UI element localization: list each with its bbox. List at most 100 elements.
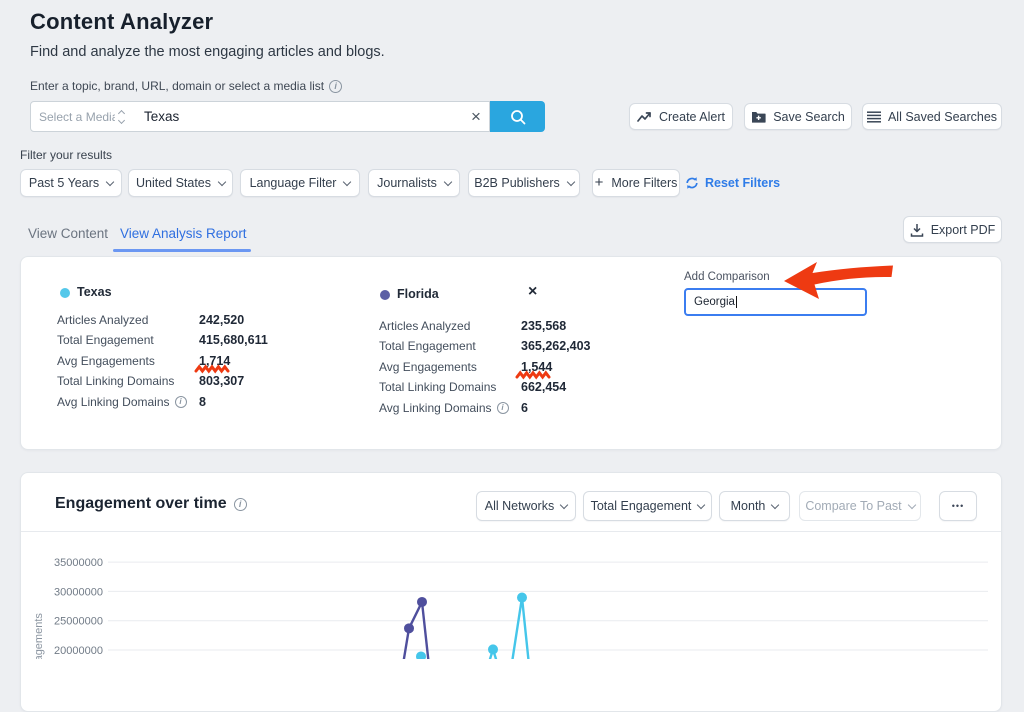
chevron-down-icon bbox=[106, 177, 114, 185]
create-alert-button[interactable]: Create Alert bbox=[629, 103, 733, 130]
add-comparison-label: Add Comparison bbox=[684, 271, 770, 283]
stat-value: 662,454 bbox=[521, 380, 566, 394]
export-pdf-button[interactable]: Export PDF bbox=[903, 216, 1002, 243]
florida-series-name: Florida bbox=[397, 287, 439, 301]
stat-row: Total Engagement415,680,611 bbox=[57, 334, 268, 347]
stat-value: 6 bbox=[521, 401, 528, 415]
engagement-title-text: Engagement over time bbox=[55, 495, 227, 513]
export-pdf-label: Export PDF bbox=[931, 223, 996, 237]
texas-stats: Articles Analyzed242,520Total Engagement… bbox=[57, 313, 268, 408]
more-options-button[interactable]: ••• bbox=[939, 491, 977, 521]
stat-value: 415,680,611 bbox=[199, 333, 268, 347]
networks-dropdown[interactable]: All Networks bbox=[476, 491, 576, 521]
trend-arrow-icon bbox=[637, 110, 652, 123]
metric-dropdown[interactable]: Total Engagement bbox=[583, 491, 712, 521]
info-icon[interactable]: i bbox=[175, 396, 187, 408]
stat-row: Avg Engagements1,544 bbox=[379, 360, 591, 373]
engagement-section-title: Engagement over time i bbox=[55, 495, 247, 513]
info-icon[interactable]: i bbox=[234, 498, 247, 511]
filter-chip-journalists[interactable]: Journalists bbox=[368, 169, 460, 197]
search-field-label-text: Enter a topic, brand, URL, domain or sel… bbox=[30, 79, 324, 93]
media-list-select[interactable]: Select a Media ... bbox=[30, 101, 133, 132]
stat-value: 365,262,403 bbox=[521, 339, 591, 353]
stat-value: 8 bbox=[199, 395, 206, 409]
chevron-down-icon bbox=[218, 177, 226, 185]
stat-row: Articles Analyzed235,568 bbox=[379, 319, 591, 332]
stat-row: Avg Linking Domainsi8 bbox=[57, 395, 268, 408]
stat-label: Total Engagement bbox=[57, 333, 199, 347]
active-tab-underline bbox=[113, 249, 251, 252]
media-list-placeholder: Select a Media ... bbox=[39, 110, 115, 124]
save-search-label: Save Search bbox=[773, 110, 845, 124]
divider bbox=[21, 531, 1001, 532]
search-button[interactable] bbox=[490, 101, 545, 132]
tab-view-content[interactable]: View Content bbox=[28, 218, 108, 248]
metric-dropdown-label: Total Engagement bbox=[591, 499, 692, 513]
filter-chip-language[interactable]: Language Filter bbox=[240, 169, 360, 197]
sort-icon bbox=[119, 111, 124, 123]
text-cursor bbox=[736, 296, 737, 308]
stat-value: 235,568 bbox=[521, 319, 566, 333]
all-saved-searches-label: All Saved Searches bbox=[888, 110, 997, 124]
tab-view-analysis-report[interactable]: View Analysis Report bbox=[120, 218, 247, 248]
reset-filters-link[interactable]: Reset Filters bbox=[685, 169, 780, 197]
texas-series-dot bbox=[60, 288, 70, 298]
info-icon[interactable]: i bbox=[497, 402, 509, 414]
chevron-down-icon bbox=[343, 177, 351, 185]
stat-row: Total Linking Domains803,307 bbox=[57, 375, 268, 388]
reset-filters-label: Reset Filters bbox=[705, 176, 780, 190]
folder-plus-icon bbox=[751, 110, 766, 123]
filters-label: Filter your results bbox=[20, 148, 112, 162]
plus-icon: + bbox=[595, 174, 604, 191]
chevron-down-icon bbox=[697, 500, 705, 508]
interval-dropdown-label: Month bbox=[731, 499, 766, 513]
compare-dropdown-label: Compare To Past bbox=[805, 499, 901, 513]
chevron-down-icon bbox=[907, 500, 915, 508]
stat-row: Articles Analyzed242,520 bbox=[57, 313, 268, 326]
stat-label: Avg Linking Domainsi bbox=[57, 395, 199, 409]
stat-label: Total Linking Domains bbox=[379, 380, 521, 394]
stat-row: Avg Linking Domainsi6 bbox=[379, 401, 591, 414]
filter-chip-country[interactable]: United States bbox=[128, 169, 233, 197]
clear-search-icon[interactable]: × bbox=[462, 101, 490, 132]
refresh-icon bbox=[685, 176, 699, 190]
stat-label: Articles Analyzed bbox=[57, 313, 199, 327]
networks-dropdown-label: All Networks bbox=[485, 499, 554, 513]
florida-stats: Articles Analyzed235,568Total Engagement… bbox=[379, 319, 591, 414]
create-alert-label: Create Alert bbox=[659, 110, 725, 124]
page: { "header": { "title": "Content Analyzer… bbox=[0, 0, 1024, 659]
interval-dropdown[interactable]: Month bbox=[719, 491, 790, 521]
search-query-text: Texas bbox=[144, 109, 179, 124]
stat-value: 1,714 bbox=[199, 354, 230, 368]
all-saved-searches-button[interactable]: All Saved Searches bbox=[862, 103, 1002, 130]
stat-label: Articles Analyzed bbox=[379, 319, 521, 333]
chip-label: United States bbox=[136, 176, 211, 190]
filter-chip-time-range[interactable]: Past 5 Years bbox=[20, 169, 122, 197]
search-input[interactable]: Texas bbox=[132, 101, 490, 132]
add-comparison-input[interactable]: Georgia bbox=[684, 288, 867, 316]
florida-series-dot bbox=[380, 290, 390, 300]
chip-label: B2B Publishers bbox=[474, 176, 559, 190]
page-subtitle: Find and analyze the most engaging artic… bbox=[30, 44, 385, 60]
stat-label: Total Linking Domains bbox=[57, 374, 199, 388]
stat-label: Total Engagement bbox=[379, 339, 521, 353]
stat-value: 1,544 bbox=[521, 360, 552, 374]
save-search-button[interactable]: Save Search bbox=[744, 103, 852, 130]
stat-row: Total Linking Domains662,454 bbox=[379, 381, 591, 394]
chevron-down-icon bbox=[566, 177, 574, 185]
info-icon[interactable]: i bbox=[329, 80, 342, 93]
compare-to-past-dropdown[interactable]: Compare To Past bbox=[799, 491, 921, 521]
more-filters-label: More Filters bbox=[611, 176, 677, 190]
remove-florida-icon[interactable]: × bbox=[528, 285, 537, 299]
stat-row: Avg Engagements1,714 bbox=[57, 354, 268, 367]
search-field-label: Enter a topic, brand, URL, domain or sel… bbox=[30, 79, 342, 93]
list-icon bbox=[867, 111, 881, 123]
stat-value: 242,520 bbox=[199, 313, 244, 327]
more-filters-button[interactable]: + More Filters bbox=[592, 169, 680, 197]
magnifier-icon bbox=[509, 108, 527, 126]
filter-chip-b2b-publishers[interactable]: B2B Publishers bbox=[468, 169, 580, 197]
stat-value: 803,307 bbox=[199, 374, 244, 388]
download-icon bbox=[910, 223, 924, 237]
chip-label: Past 5 Years bbox=[29, 176, 99, 190]
add-comparison-value: Georgia bbox=[694, 296, 735, 308]
